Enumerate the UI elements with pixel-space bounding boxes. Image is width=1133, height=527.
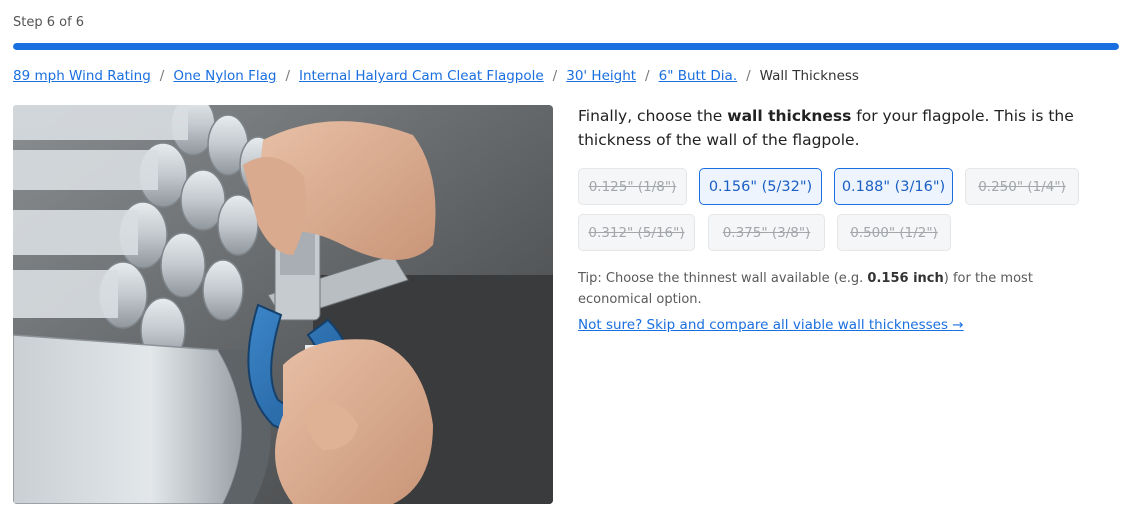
- option-0-500-button: 0.500" (1/2"): [837, 214, 951, 251]
- arrow-right-icon: →: [952, 317, 964, 333]
- breadcrumb-separator: /: [285, 68, 291, 84]
- progress-bar-fill: [13, 43, 1119, 50]
- breadcrumb-separator: /: [645, 68, 650, 84]
- progress-bar: [13, 43, 1119, 50]
- tip-text: Tip: Choose the thinnest wall available …: [578, 271, 1033, 307]
- breadcrumb-link-flagpole-type[interactable]: Internal Halyard Cam Cleat Flagpole: [299, 68, 544, 84]
- breadcrumb-link-height[interactable]: 30' Height: [566, 68, 636, 84]
- skip-compare-link[interactable]: Not sure? Skip and compare all viable wa…: [578, 317, 964, 333]
- breadcrumb-separator: /: [746, 68, 751, 84]
- option-0-125-button: 0.125" (1/8"): [578, 168, 687, 205]
- step-indicator: Step 6 of 6: [13, 15, 85, 30]
- micrometer-pipe-photo: [13, 105, 553, 504]
- breadcrumb-separator: /: [159, 68, 165, 84]
- breadcrumb-link-flag[interactable]: One Nylon Flag: [173, 68, 276, 84]
- option-0-375-button: 0.375" (3/8"): [708, 214, 825, 251]
- option-0-156-button[interactable]: 0.156" (5/32"): [699, 168, 822, 205]
- option-0-188-button[interactable]: 0.188" (3/16"): [834, 168, 953, 205]
- option-0-312-button: 0.312" (5/16"): [578, 214, 695, 251]
- breadcrumb: 89 mph Wind Rating / One Nylon Flag / In…: [13, 68, 859, 84]
- question-text: Finally, choose the wall thickness for y…: [578, 107, 1074, 149]
- breadcrumb-link-wind-rating[interactable]: 89 mph Wind Rating: [13, 68, 151, 84]
- breadcrumb-current: Wall Thickness: [759, 68, 859, 84]
- option-0-250-button: 0.250" (1/4"): [965, 168, 1079, 205]
- breadcrumb-link-butt-diameter[interactable]: 6" Butt Dia.: [659, 68, 738, 84]
- breadcrumb-separator: /: [552, 68, 558, 84]
